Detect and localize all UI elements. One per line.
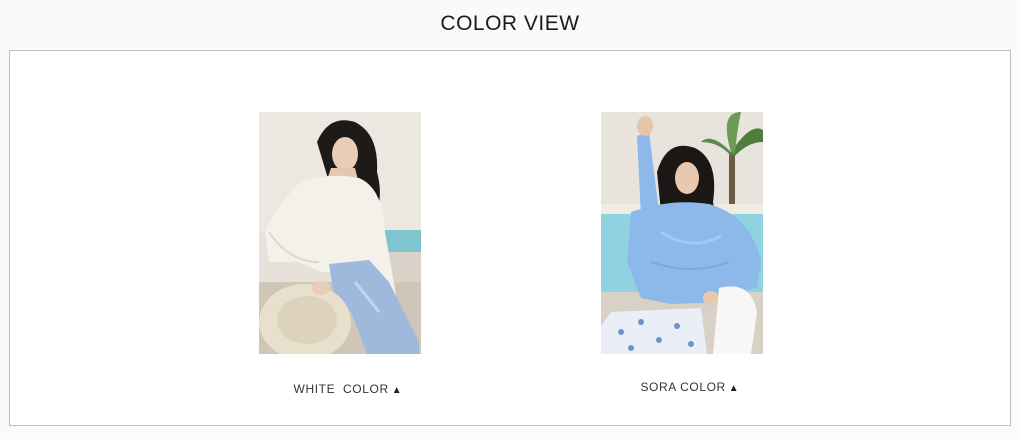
white-color-label[interactable]: WHITE COLOR ▲	[259, 368, 421, 410]
triangle-up-icon: ▲	[391, 385, 403, 396]
section-title: COLOR VIEW	[440, 12, 580, 35]
white-color-label-text: WHITE COLOR	[293, 382, 389, 396]
sora-color-label[interactable]: SORA COLOR ▲	[601, 366, 763, 408]
triangle-up-icon: ▲	[728, 383, 740, 394]
white-model-image	[259, 112, 421, 354]
sora-color-label-text: SORA COLOR	[640, 380, 726, 394]
color-view-frame: WHITE COLOR ▲ SORA COLOR ▲	[9, 50, 1011, 426]
product-photo-sora[interactable]	[601, 112, 763, 354]
product-photo-white[interactable]	[259, 112, 421, 354]
sora-model-image	[601, 112, 763, 354]
